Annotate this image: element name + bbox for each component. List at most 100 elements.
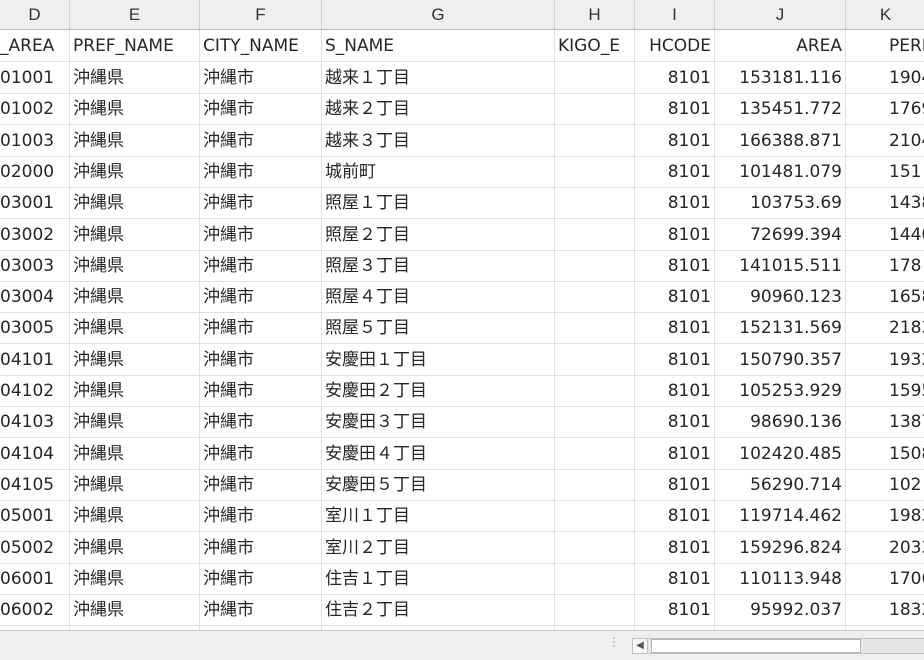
- table-cell[interactable]: 沖縄県: [70, 187, 200, 220]
- table-cell[interactable]: 沖縄県: [70, 249, 200, 282]
- table-cell[interactable]: 室川２丁目: [322, 531, 555, 564]
- table-cell[interactable]: 沖縄市: [200, 281, 322, 314]
- table-cell[interactable]: 室川１丁目: [322, 500, 555, 533]
- table-cell[interactable]: 8101: [635, 468, 715, 501]
- table-cell[interactable]: [555, 406, 635, 439]
- table-cell[interactable]: 159296.824: [715, 531, 846, 564]
- table-cell[interactable]: 90960.123: [715, 281, 846, 314]
- table-cell[interactable]: [555, 62, 635, 94]
- table-cell[interactable]: 02000: [0, 155, 70, 188]
- table-cell[interactable]: 安慶田１丁目: [322, 343, 555, 376]
- table-cell[interactable]: 沖縄市: [200, 249, 322, 282]
- table-cell[interactable]: 04104: [0, 437, 70, 470]
- table-cell[interactable]: 01002: [0, 93, 70, 126]
- table-cell[interactable]: [555, 93, 635, 126]
- table-cell[interactable]: 沖縄県: [70, 437, 200, 470]
- table-cell[interactable]: 沖縄市: [200, 531, 322, 564]
- table-cell[interactable]: 1932: [846, 344, 924, 376]
- table-cell[interactable]: 沖縄県: [70, 500, 200, 533]
- table-cell[interactable]: 沖縄県: [70, 531, 200, 564]
- field-header-cell[interactable]: S_NAME: [322, 30, 555, 62]
- table-cell[interactable]: 1832: [846, 594, 924, 627]
- table-cell[interactable]: 135451.772: [715, 93, 846, 126]
- table-cell[interactable]: 8101: [635, 249, 715, 282]
- scroll-left-icon[interactable]: ◀: [632, 638, 648, 654]
- table-cell[interactable]: 2104: [846, 125, 924, 157]
- table-cell[interactable]: 8101: [635, 281, 715, 314]
- table-cell[interactable]: 8101: [635, 531, 715, 564]
- table-cell[interactable]: 安慶田５丁目: [322, 468, 555, 501]
- table-cell[interactable]: 沖縄市: [200, 500, 322, 533]
- table-cell[interactable]: 住吉２丁目: [322, 594, 555, 627]
- table-cell[interactable]: [555, 187, 635, 220]
- table-cell[interactable]: 沖縄市: [200, 312, 322, 345]
- table-cell[interactable]: 8101: [635, 375, 715, 407]
- table-cell[interactable]: 城前町: [322, 155, 555, 188]
- table-cell[interactable]: 03003: [0, 249, 70, 282]
- column-header-k[interactable]: K: [846, 0, 924, 30]
- table-cell[interactable]: 8101: [635, 93, 715, 126]
- column-header-d[interactable]: D: [0, 0, 70, 30]
- field-header-cell[interactable]: PERIMET: [846, 30, 924, 62]
- table-cell[interactable]: [555, 343, 635, 376]
- table-cell[interactable]: 沖縄市: [200, 155, 322, 188]
- table-cell[interactable]: 05001: [0, 500, 70, 533]
- table-cell[interactable]: 110113.948: [715, 562, 846, 595]
- table-cell[interactable]: 8101: [635, 218, 715, 251]
- table-cell[interactable]: 越来２丁目: [322, 93, 555, 126]
- table-cell[interactable]: 越来１丁目: [322, 62, 555, 94]
- table-cell[interactable]: 沖縄市: [200, 218, 322, 251]
- table-cell[interactable]: 沖縄県: [70, 93, 200, 126]
- table-cell[interactable]: 照屋３丁目: [322, 249, 555, 282]
- table-cell[interactable]: [555, 124, 635, 157]
- table-cell[interactable]: 沖縄市: [200, 468, 322, 501]
- table-cell[interactable]: 安慶田２丁目: [322, 375, 555, 407]
- table-cell[interactable]: 105253.929: [715, 375, 846, 407]
- table-cell[interactable]: 06002: [0, 594, 70, 627]
- table-cell[interactable]: 1706: [846, 563, 924, 595]
- table-cell[interactable]: 1440: [846, 219, 924, 251]
- table-cell[interactable]: [555, 531, 635, 564]
- table-cell[interactable]: 住吉１丁目: [322, 562, 555, 595]
- table-cell[interactable]: 沖縄県: [70, 594, 200, 627]
- horizontal-scroll-thumb[interactable]: [651, 639, 861, 653]
- table-cell[interactable]: 沖縄県: [70, 468, 200, 501]
- split-handle-icon[interactable]: ⋮: [608, 636, 620, 653]
- column-header-f[interactable]: F: [200, 0, 322, 30]
- table-cell[interactable]: [555, 500, 635, 533]
- table-cell[interactable]: 1595: [846, 375, 924, 407]
- field-header-cell[interactable]: AREA: [715, 30, 846, 62]
- table-cell[interactable]: 153181.116: [715, 62, 846, 94]
- table-cell[interactable]: 沖縄県: [70, 155, 200, 188]
- table-cell[interactable]: 03001: [0, 187, 70, 220]
- table-cell[interactable]: 沖縄県: [70, 62, 200, 94]
- table-cell[interactable]: 沖縄市: [200, 187, 322, 220]
- table-cell[interactable]: 06001: [0, 562, 70, 595]
- field-header-cell[interactable]: PREF_NAME: [70, 30, 200, 62]
- table-cell[interactable]: [555, 562, 635, 595]
- table-cell[interactable]: 1658: [846, 281, 924, 314]
- table-cell[interactable]: 05002: [0, 531, 70, 564]
- table-cell[interactable]: 沖縄市: [200, 562, 322, 595]
- table-cell[interactable]: 72699.394: [715, 218, 846, 251]
- table-cell[interactable]: 沖縄市: [200, 375, 322, 407]
- table-cell[interactable]: 04102: [0, 375, 70, 407]
- table-cell[interactable]: 越来３丁目: [322, 124, 555, 157]
- table-cell[interactable]: 01001: [0, 62, 70, 94]
- table-cell[interactable]: 04103: [0, 406, 70, 439]
- table-cell[interactable]: [555, 249, 635, 282]
- table-cell[interactable]: 101481.079: [715, 155, 846, 188]
- table-cell[interactable]: [555, 468, 635, 501]
- table-cell[interactable]: 119714.462: [715, 500, 846, 533]
- field-header-cell[interactable]: _AREA: [0, 30, 70, 62]
- table-cell[interactable]: 152131.569: [715, 312, 846, 345]
- column-header-h[interactable]: H: [555, 0, 635, 30]
- table-cell[interactable]: 8101: [635, 312, 715, 345]
- table-cell[interactable]: 102420.485: [715, 437, 846, 470]
- table-cell[interactable]: 1904: [846, 62, 924, 94]
- spreadsheet-grid[interactable]: D E F G H I J K _AREA PREF_NAME CITY_NAME S_NAME KIG…: [0, 0, 924, 630]
- table-cell[interactable]: 沖縄市: [200, 594, 322, 627]
- table-cell[interactable]: 1508: [846, 438, 924, 470]
- column-header-i[interactable]: I: [635, 0, 715, 30]
- table-cell[interactable]: 8101: [635, 500, 715, 533]
